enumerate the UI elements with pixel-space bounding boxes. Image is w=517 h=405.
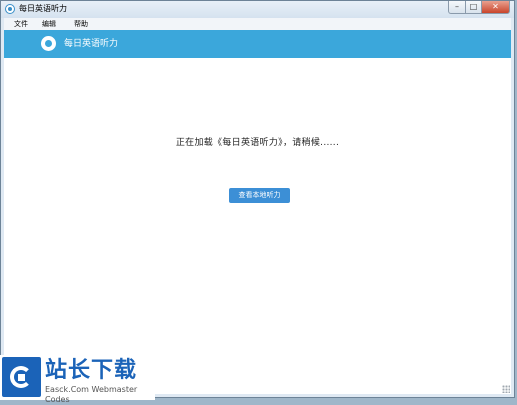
- menu-file[interactable]: 文件: [14, 18, 28, 30]
- title-bar[interactable]: 每日英语听力 – □ ✕: [1, 1, 514, 18]
- watermark: 站长下载 Easck.Com Webmaster Codes: [0, 355, 155, 404]
- loading-message: 正在加载《每日英语听力》，请稍候......: [175, 138, 340, 148]
- app-header: 每日英语听力: [4, 30, 511, 58]
- resize-grip[interactable]: [502, 385, 510, 393]
- app-window: 每日英语听力 – □ ✕ 文件 编辑 帮助 每日英语听力 正在加载《每日英语听力…: [0, 0, 515, 398]
- maximize-button[interactable]: □: [466, 1, 482, 14]
- watermark-logo-icon: [2, 357, 41, 397]
- menu-edit[interactable]: 编辑: [42, 18, 56, 30]
- view-local-listening-button[interactable]: 查看本地听力: [229, 188, 290, 203]
- window-controls: – □ ✕: [448, 1, 510, 15]
- watermark-subtitle: Easck.Com Webmaster Codes: [45, 385, 138, 404]
- watermark-title: 站长下载: [45, 358, 138, 383]
- app-icon: [5, 4, 15, 14]
- window-title: 每日英语听力: [19, 4, 67, 13]
- header-title: 每日英语听力: [64, 39, 119, 49]
- content-area: 每日英语听力 正在加载《每日英语听力》，请稍候...... 查看本地听力: [4, 30, 511, 394]
- minimize-button[interactable]: –: [448, 1, 466, 14]
- app-logo-icon: [41, 36, 56, 51]
- menu-bar: 文件 编辑 帮助: [4, 18, 511, 30]
- menu-help[interactable]: 帮助: [74, 18, 88, 30]
- close-button[interactable]: ✕: [482, 1, 510, 14]
